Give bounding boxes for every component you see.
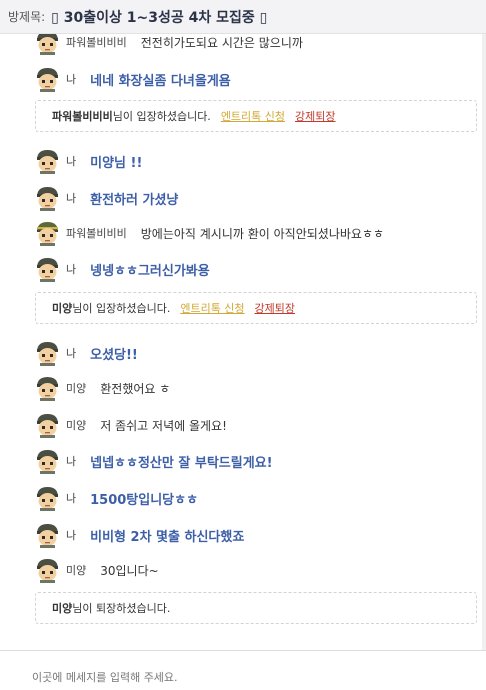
system-notice: 미양 님이 입장하셨습니다. 엔트리톡 신청 강제퇴장 [35,292,477,324]
sender-name[interactable]: 파워볼비비비 [66,34,127,50]
chat-scrollbar[interactable] [482,0,486,650]
chat-message-row: 미양 환전했어요 ㅎ [34,375,170,401]
character-avatar-icon[interactable] [34,220,61,246]
message-input[interactable] [30,665,474,689]
notice-user-name[interactable]: 미양 [52,300,72,316]
sender-name[interactable]: 나 [66,261,76,277]
sender-name[interactable]: 미양 [66,417,86,433]
sender-name[interactable]: 미양 [66,380,86,396]
message-text: 저 좀쉬고 저녁에 올게요! [100,418,227,433]
sender-name[interactable]: 미양 [66,562,86,578]
chat-message-row: 나 미양님 !! [34,148,142,174]
character-avatar-icon[interactable] [34,412,61,438]
notice-text: 님이 입장하셨습니다. [72,302,171,315]
system-notice: 파워볼비비비 님이 입장하셨습니다. 엔트리톡 신청 강제퇴장 [35,100,477,132]
message-text: 넵넵ㅎㅎ정산만 잘 부탁드릴게요! [90,455,273,471]
chat-message-row: 나 비비형 2차 몇출 하신다했죠 [34,522,244,548]
character-avatar-icon[interactable] [34,522,61,548]
message-text: 30입니다~ [100,563,159,578]
room-title-label: 방제목: [8,10,46,24]
message-text: 1500탕입니당ㅎㅎ [90,492,199,508]
message-text: 비비형 2차 몇출 하신다했죠 [90,529,245,545]
chat-message-row: 미양 30입니다~ [34,557,159,583]
room-title-bar: 방제목: ▯ 30출이상 1~3성공 4차 모집중 ▯ [0,0,486,34]
sender-name[interactable]: 나 [66,71,76,87]
sender-name[interactable]: 나 [66,527,76,543]
message-text: 전전히가도되요 시간은 많으니까 [140,35,303,50]
sender-name[interactable]: 파워볼비비비 [66,225,127,241]
room-title: ▯ 30출이상 1~3성공 4차 모집중 ▯ [51,9,268,26]
character-avatar-icon[interactable] [34,375,61,401]
chat-message-row: 나 환전하러 가셨냥 [34,185,178,211]
kick-user-link[interactable]: 강제퇴장 [295,108,335,124]
message-text: 방에는아직 계시니까 환이 아직안되셨나바요ㅎㅎ [140,226,385,241]
character-avatar-icon[interactable] [34,557,61,583]
notice-text: 님이 퇴장하셨습니다. [72,602,171,615]
notice-text: 님이 입장하셨습니다. [112,110,211,123]
chat-message-row: 나 넵넵ㅎㅎ정산만 잘 부탁드릴게요! [34,448,273,474]
message-input-area [0,651,486,690]
kick-user-link[interactable]: 강제퇴장 [255,300,295,316]
message-text: 환전하러 가셨냥 [90,192,179,208]
notice-user-name[interactable]: 파워볼비비비 [52,108,113,124]
chat-message-row: 나 1500탕입니당ㅎㅎ [34,485,198,511]
message-text: 오셨당!! [90,347,138,363]
message-text: 환전했어요 ㅎ [100,381,171,396]
sender-name[interactable]: 나 [66,453,76,469]
entry-talk-request-link[interactable]: 엔트리톡 신청 [221,108,285,124]
character-avatar-icon[interactable] [34,185,61,211]
chat-message-row: 나 오셨당!! [34,340,138,366]
character-avatar-icon[interactable] [34,148,61,174]
character-avatar-icon[interactable] [34,34,61,55]
chat-message-row: 미양 저 좀쉬고 저녁에 올게요! [34,412,227,438]
character-avatar-icon[interactable] [34,66,61,92]
system-notice: 미양 님이 퇴장하셨습니다. [35,592,477,624]
sender-name[interactable]: 나 [66,153,76,169]
message-text: 네네 화장실좀 다녀올게욤 [90,73,231,89]
chat-log[interactable]: 파워볼비비비 전전히가도되요 시간은 많으니까 나 네네 화장실좀 다녀올게욤 파워볼비… [0,34,482,650]
chat-message-row: 나 넹넹ㅎㅎ그러신가봐용 [34,256,210,282]
character-avatar-icon[interactable] [34,448,61,474]
chat-message-row: 파워볼비비비 전전히가도되요 시간은 많으니까 [34,34,303,55]
entry-talk-request-link[interactable]: 엔트리톡 신청 [180,300,244,316]
message-text: 넹넹ㅎㅎ그러신가봐용 [90,263,210,279]
sender-name[interactable]: 나 [66,345,76,361]
sender-name[interactable]: 나 [66,490,76,506]
chat-message-row: 파워볼비비비 방에는아직 계시니까 환이 아직안되셨나바요ㅎㅎ [34,220,384,246]
notice-user-name[interactable]: 미양 [52,600,72,616]
character-avatar-icon[interactable] [34,256,61,282]
chat-message-row: 나 네네 화장실좀 다녀올게욤 [34,66,231,92]
message-text: 미양님 !! [90,155,143,171]
character-avatar-icon[interactable] [34,340,61,366]
sender-name[interactable]: 나 [66,190,76,206]
character-avatar-icon[interactable] [34,485,61,511]
